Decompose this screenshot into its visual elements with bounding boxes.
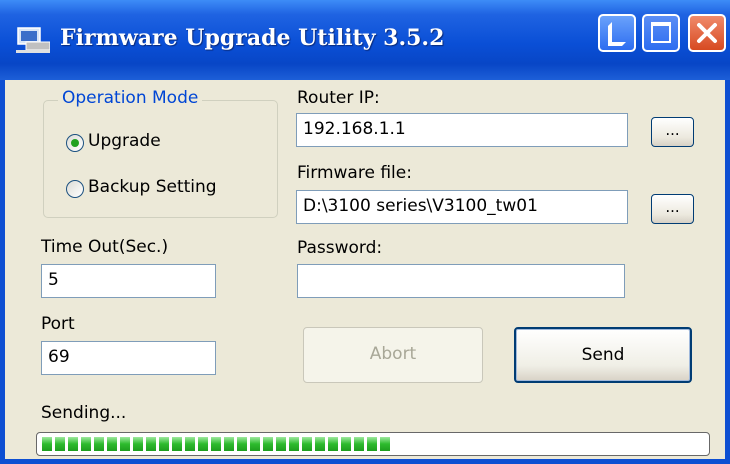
progress-segment <box>276 437 286 451</box>
radio-selected-dot <box>71 139 79 147</box>
operation-mode-group <box>43 100 278 218</box>
progress-segment <box>68 437 78 451</box>
progress-segment <box>94 437 104 451</box>
router-ip-label: Router IP: <box>297 88 380 108</box>
progress-segment <box>302 437 312 451</box>
firmware-file-browse-button[interactable]: ... <box>651 194 694 224</box>
progress-bar <box>36 432 710 456</box>
firmware-upgrade-window: Firmware Upgrade Utility 3.5.2 Operation… <box>0 0 730 464</box>
progress-segment <box>107 437 117 451</box>
port-field[interactable]: 69 <box>41 341 216 375</box>
status-text: Sending... <box>41 403 127 423</box>
window-frame-right <box>725 80 730 464</box>
window-frame-bottom <box>0 459 730 464</box>
firmware-file-label: Firmware file: <box>297 163 412 183</box>
router-ip-field[interactable]: 192.168.1.1 <box>296 113 628 147</box>
progress-segment <box>315 437 325 451</box>
window-title: Firmware Upgrade Utility 3.5.2 <box>60 25 445 51</box>
minimize-button[interactable] <box>598 14 636 52</box>
progress-segment <box>341 437 351 451</box>
progress-segment <box>367 437 377 451</box>
progress-bar-fill <box>42 437 390 451</box>
progress-segment <box>185 437 195 451</box>
timeout-field[interactable]: 5 <box>41 264 216 298</box>
backup-setting-radio-label[interactable]: Backup Setting <box>88 177 217 197</box>
progress-segment <box>250 437 260 451</box>
progress-segment <box>146 437 156 451</box>
progress-segment <box>237 437 247 451</box>
close-icon <box>697 23 717 43</box>
progress-segment <box>55 437 65 451</box>
progress-segment <box>380 437 390 451</box>
password-field[interactable] <box>297 264 625 298</box>
upgrade-radio-label[interactable]: Upgrade <box>88 131 161 151</box>
router-ip-browse-button[interactable]: ... <box>651 117 694 147</box>
port-label: Port <box>41 314 75 334</box>
progress-segment <box>289 437 299 451</box>
operation-mode-label: Operation Mode <box>58 88 203 108</box>
progress-segment <box>211 437 221 451</box>
progress-segment <box>133 437 143 451</box>
maximize-icon <box>651 22 671 43</box>
progress-segment <box>172 437 182 451</box>
timeout-label: Time Out(Sec.) <box>41 237 169 257</box>
app-icon <box>16 27 50 53</box>
progress-segment <box>328 437 338 451</box>
maximize-button[interactable] <box>642 14 680 52</box>
progress-segment <box>354 437 364 451</box>
password-label: Password: <box>297 238 383 258</box>
progress-segment <box>159 437 169 451</box>
window-frame-left <box>0 80 5 464</box>
send-button[interactable]: Send <box>514 327 692 383</box>
progress-segment <box>42 437 52 451</box>
firmware-file-field[interactable]: D:\3100 series\V3100_tw01 <box>296 190 628 224</box>
progress-segment <box>120 437 130 451</box>
upgrade-radio[interactable] <box>66 134 84 152</box>
abort-button[interactable]: Abort <box>303 327 483 383</box>
progress-segment <box>263 437 273 451</box>
close-button[interactable] <box>688 14 726 52</box>
progress-segment <box>224 437 234 451</box>
progress-segment <box>81 437 91 451</box>
minimize-icon <box>608 22 626 46</box>
progress-segment <box>198 437 208 451</box>
backup-setting-radio[interactable] <box>66 180 84 198</box>
title-bar[interactable]: Firmware Upgrade Utility 3.5.2 <box>0 0 730 80</box>
